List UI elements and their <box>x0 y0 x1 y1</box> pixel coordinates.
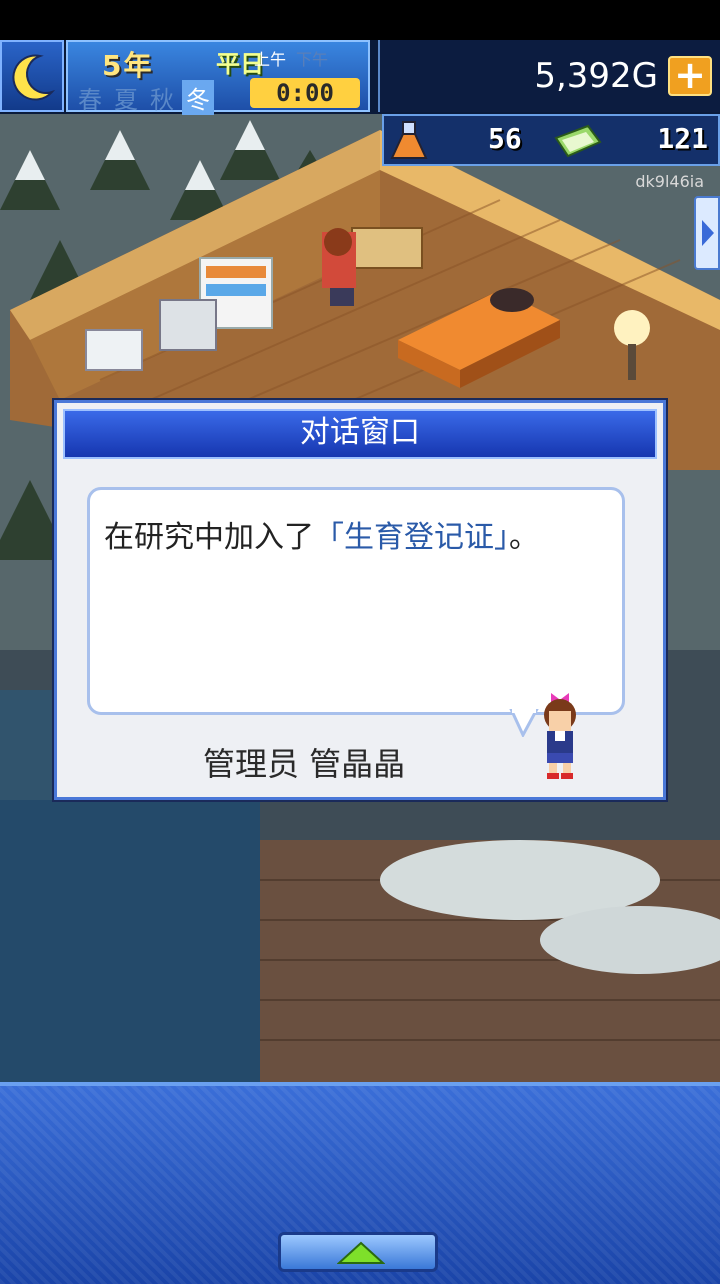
money-amount: 5,392G <box>534 56 658 96</box>
arrow-right-icon <box>702 220 714 246</box>
season-winter: 冬 <box>182 80 214 115</box>
resource-panel: 56 121 <box>382 114 720 166</box>
year-label: 5年 <box>102 49 154 82</box>
season-list: 春 夏 秋 冬 <box>74 80 214 115</box>
season-spring: 春 <box>78 86 102 114</box>
am-pm-indicator: 上午 下午 <box>254 46 328 70</box>
arrow-up-icon <box>337 1241 385 1264</box>
user-handle: dk9l46ia <box>635 172 704 191</box>
bottom-menu-bar <box>0 1082 720 1284</box>
am-label: 上午 <box>254 50 287 69</box>
message-prefix: 在研究中加入了 <box>104 520 314 555</box>
open-menu-button[interactable] <box>278 1232 438 1272</box>
dialog-window[interactable]: 对话窗口 在研究中加入了「生育登记证」。 管理员 管晶晶 <box>54 400 666 800</box>
message-highlight: 「生育登记证」 <box>314 520 509 555</box>
date-panel: 5年 平日 上午 下午 春 夏 秋 冬 0:00 <box>66 40 370 115</box>
dialog-message: 在研究中加入了「生育登记证」。 <box>104 512 539 556</box>
game-clock: 0:00 <box>250 78 360 108</box>
season-autumn: 秋 <box>150 86 174 114</box>
message-suffix: 。 <box>509 520 539 555</box>
moon-icon <box>12 54 56 101</box>
season-summer: 夏 <box>114 86 138 114</box>
research-flask-icon <box>390 121 428 159</box>
top-hud: 5年 平日 上午 下午 春 夏 秋 冬 0:00 5,392G + <box>0 40 720 115</box>
pm-label: 下午 <box>296 50 329 69</box>
speaker-name: 管理员 管晶晶 <box>203 745 406 783</box>
side-menu-tab[interactable] <box>694 196 720 270</box>
money-panel: 5,392G + <box>378 40 720 112</box>
speaker-portrait-icon <box>544 693 576 779</box>
add-money-button[interactable]: + <box>668 56 712 96</box>
speech-bubble: 在研究中加入了「生育登记证」。 <box>87 487 625 715</box>
research-points: 56 <box>488 122 522 155</box>
cash-points: 121 <box>657 122 708 155</box>
time-of-day-button[interactable] <box>0 40 64 112</box>
plus-icon: + <box>674 53 706 97</box>
cash-icon <box>554 124 602 158</box>
dialog-title: 对话窗口 <box>63 409 657 459</box>
